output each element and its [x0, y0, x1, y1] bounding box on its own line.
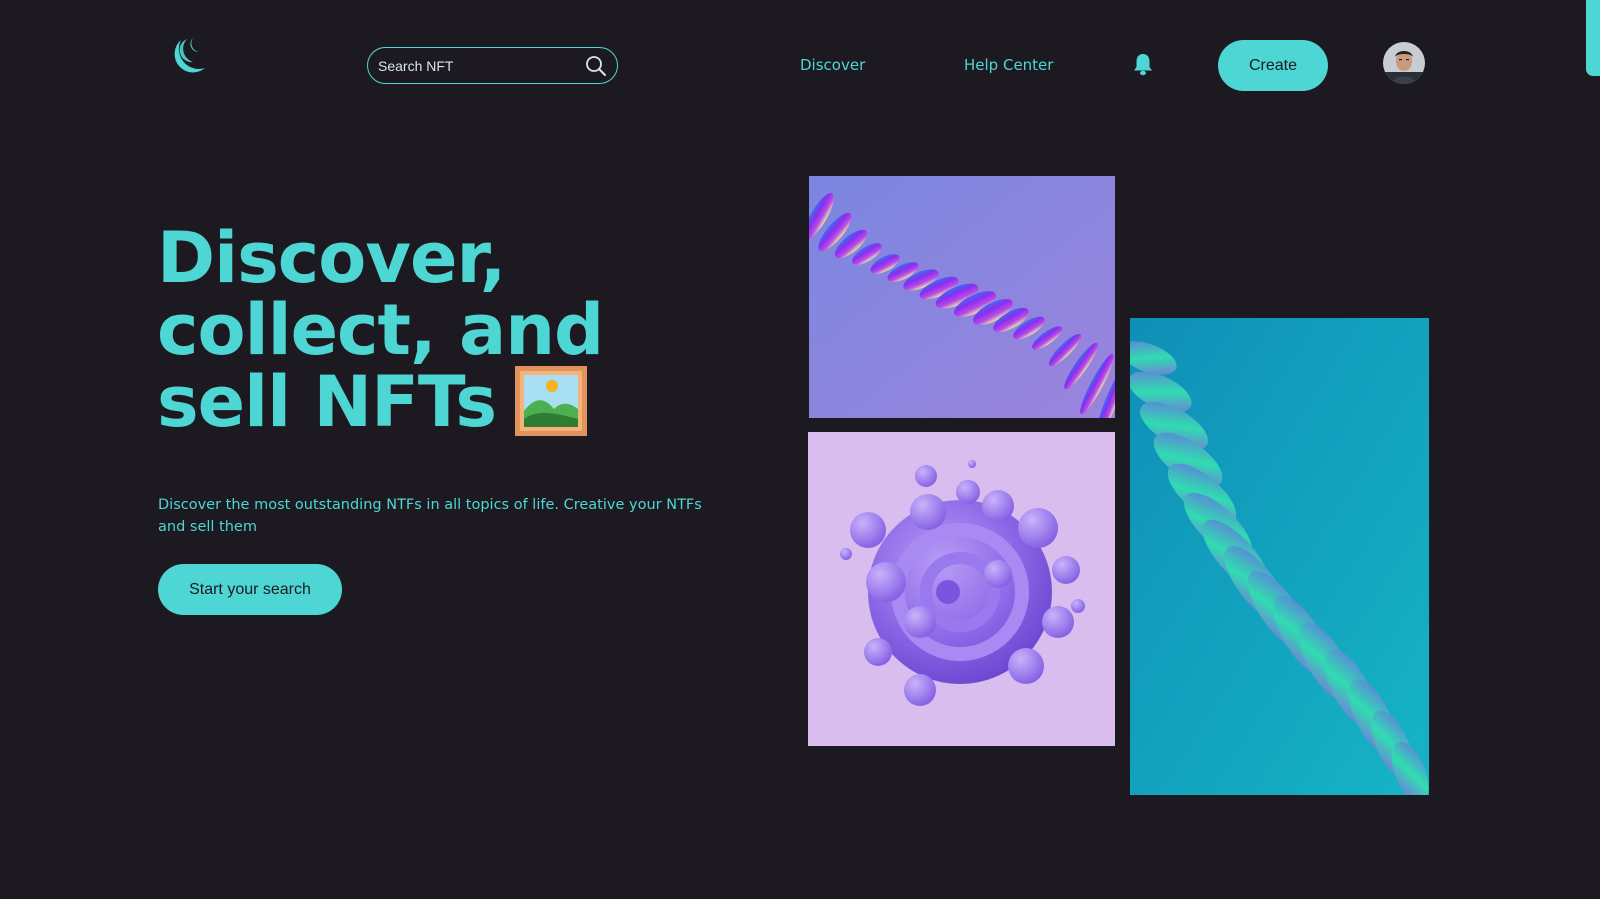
search-input[interactable] [378, 57, 585, 74]
framed-picture-icon [514, 365, 588, 437]
nav-discover-link[interactable]: Discover [800, 56, 865, 74]
hero-subtitle: Discover the most outstanding NTFs in al… [158, 497, 702, 535]
avatar[interactable] [1383, 42, 1425, 84]
purple-wave-art[interactable] [809, 176, 1115, 418]
teal-ribbon-art[interactable] [1130, 318, 1429, 795]
search-bar[interactable] [367, 47, 618, 84]
create-button[interactable]: Create [1218, 40, 1328, 91]
start-search-button[interactable]: Start your search [158, 564, 342, 615]
purple-sphere-art[interactable] [808, 432, 1115, 746]
hero-headline: Discover, collect, and sell NFTs [157, 222, 717, 443]
crescent-moon-logo-icon [174, 38, 205, 73]
bell-icon[interactable] [1132, 52, 1154, 76]
nav-help-center-link[interactable]: Help Center [964, 56, 1053, 74]
logo[interactable] [163, 36, 209, 80]
headline-line-1: Discover, [157, 217, 506, 299]
headline-line-3: sell NFTs [157, 361, 497, 443]
search-icon[interactable] [585, 55, 607, 77]
scrollbar-thumb[interactable] [1586, 0, 1600, 76]
headline-line-2: collect, and [157, 289, 604, 371]
headline-line-3-wrap: sell NFTs [157, 365, 717, 443]
